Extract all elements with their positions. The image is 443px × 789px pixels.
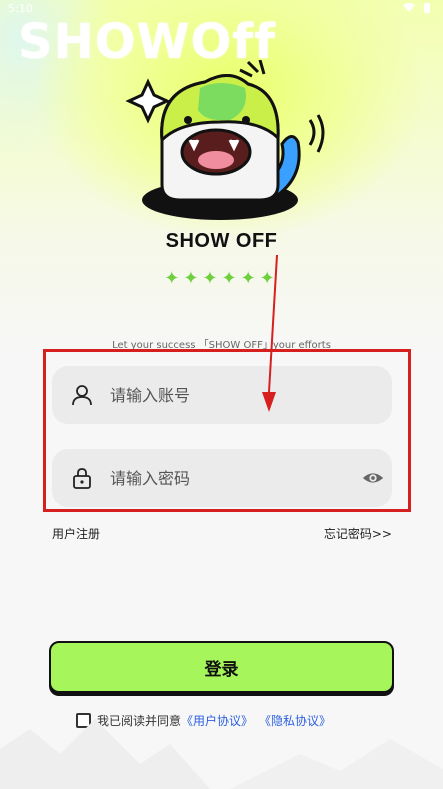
mascot-illustration bbox=[125, 60, 325, 220]
stars-decoration: ✦✦✦✦✦✦ bbox=[164, 268, 279, 289]
forgot-password-link[interactable]: 忘记密码>> bbox=[324, 525, 392, 542]
user-icon bbox=[72, 385, 92, 406]
account-field[interactable] bbox=[52, 366, 392, 424]
logo-title: SHOW OFF bbox=[165, 230, 278, 252]
register-link[interactable]: 用户注册 bbox=[52, 525, 100, 542]
tagline: Let your success 「SHOW OFF」your efforts bbox=[112, 340, 331, 351]
password-field[interactable] bbox=[52, 449, 392, 507]
account-input[interactable] bbox=[110, 380, 350, 410]
login-button[interactable]: 登录 bbox=[49, 641, 394, 693]
battery-icon bbox=[424, 3, 430, 13]
password-input[interactable] bbox=[110, 463, 350, 493]
status-icons bbox=[403, 3, 433, 13]
eye-icon[interactable] bbox=[362, 467, 384, 489]
lock-icon bbox=[73, 468, 91, 489]
wifi-icon bbox=[403, 3, 415, 12]
mountain-decoration bbox=[0, 719, 443, 789]
